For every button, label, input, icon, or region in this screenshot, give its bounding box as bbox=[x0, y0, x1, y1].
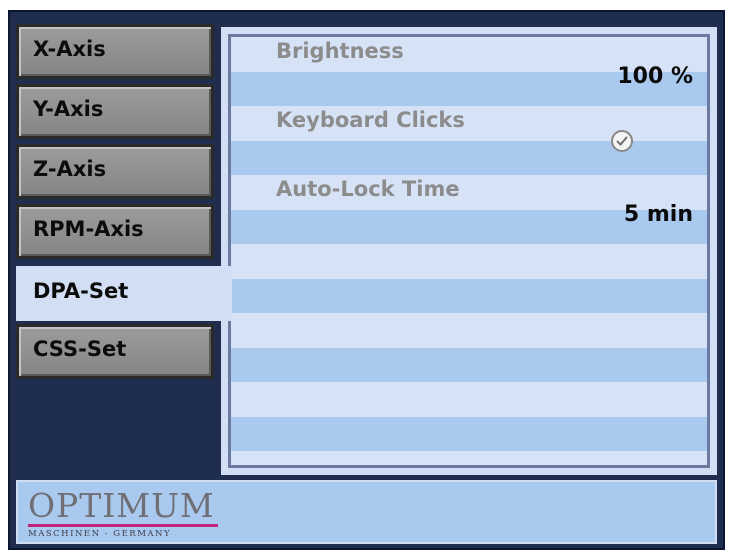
settings-row bbox=[231, 451, 707, 465]
settings-row bbox=[231, 347, 707, 382]
settings-row bbox=[231, 416, 707, 451]
keyboard-clicks-checkbox[interactable] bbox=[611, 129, 633, 152]
device-screen: X-Axis Y-Axis Z-Axis RPM-Axis DPA-Set CS… bbox=[8, 10, 725, 550]
footer-bar: OPTIMUM MASCHINEN - GERMANY bbox=[16, 480, 717, 544]
settings-row bbox=[231, 129, 707, 175]
settings-row: Keyboard Clicks bbox=[231, 106, 707, 141]
auto-lock-value[interactable]: 5 min bbox=[624, 202, 693, 227]
settings-panel: Brightness 100 % Keyboard Clicks Auto-Lo… bbox=[221, 27, 717, 475]
tab-dpa-set[interactable]: DPA-Set bbox=[16, 266, 232, 321]
auto-lock-label: Auto-Lock Time bbox=[276, 177, 460, 201]
settings-row[interactable]: 100 % bbox=[231, 64, 707, 106]
brightness-label: Brightness bbox=[276, 39, 404, 63]
settings-list: Brightness 100 % Keyboard Clicks Auto-Lo… bbox=[228, 34, 710, 468]
settings-row bbox=[231, 244, 707, 279]
settings-row[interactable]: 5 min bbox=[231, 202, 707, 244]
check-circle-icon bbox=[616, 135, 628, 146]
keyboard-clicks-label: Keyboard Clicks bbox=[276, 108, 465, 132]
settings-row bbox=[231, 313, 707, 348]
tab-z-axis[interactable]: Z-Axis bbox=[16, 144, 214, 199]
settings-row bbox=[231, 382, 707, 417]
logo-subtitle: MASCHINEN - GERMANY bbox=[28, 529, 172, 539]
brightness-value[interactable]: 100 % bbox=[617, 64, 693, 89]
tab-rpm-axis[interactable]: RPM-Axis bbox=[16, 204, 214, 259]
optimum-logo: OPTIMUM MASCHINEN - GERMANY bbox=[28, 486, 218, 539]
tab-x-axis[interactable]: X-Axis bbox=[16, 24, 214, 79]
settings-row bbox=[231, 278, 707, 313]
tab-y-axis[interactable]: Y-Axis bbox=[16, 84, 214, 139]
tab-css-set[interactable]: CSS-Set bbox=[16, 324, 214, 379]
logo-wordmark: OPTIMUM bbox=[28, 486, 215, 525]
